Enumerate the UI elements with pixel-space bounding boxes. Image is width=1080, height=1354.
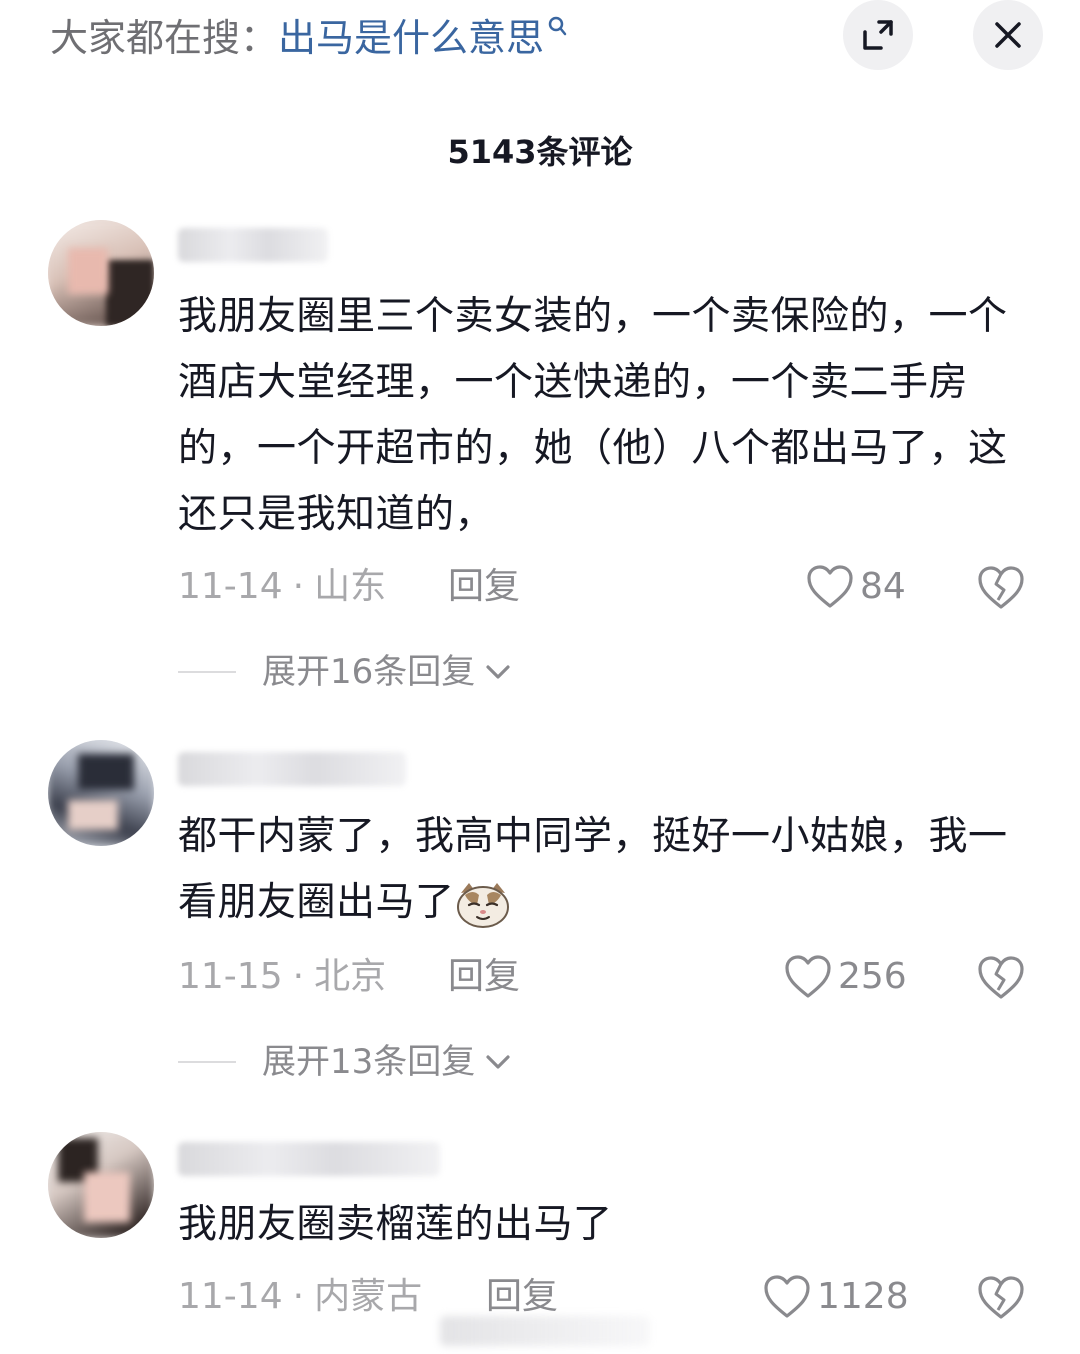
search-suggestion[interactable]: 大家都在搜：出马是什么意思 (50, 12, 568, 64)
comment-meta: 11-15 · 北京 (178, 956, 387, 997)
like-count: 1128 (817, 1276, 909, 1317)
broken-heart-icon[interactable] (976, 1272, 1026, 1322)
comment-date: 11-14 (178, 566, 283, 607)
username-blurred[interactable] (178, 1142, 440, 1176)
expand-button[interactable] (843, 0, 913, 70)
avatar[interactable] (48, 1132, 154, 1238)
like-button[interactable]: 1128 (763, 1272, 909, 1322)
expand-replies-label: 展开13条回复 (262, 1042, 476, 1082)
expand-replies-button[interactable]: 展开16条回复 (178, 648, 513, 696)
close-icon (995, 22, 1021, 48)
broken-heart-icon[interactable] (976, 562, 1026, 612)
divider (178, 1061, 236, 1063)
search-icon (548, 16, 567, 36)
chevron-down-icon (486, 665, 510, 679)
chevron-down-icon (486, 1055, 510, 1069)
close-button[interactable] (973, 0, 1043, 70)
comment-text: 我朋友圈卖榴莲的出马了 (178, 1202, 613, 1247)
broken-heart-icon[interactable] (976, 952, 1026, 1002)
avatar[interactable] (48, 740, 154, 846)
like-button[interactable]: 256 (784, 952, 907, 1002)
expand-icon (863, 20, 893, 50)
search-suggestion-prefix: 大家都在搜： (50, 16, 279, 60)
username-blurred[interactable] (178, 228, 328, 262)
comment-meta: 11-14 · 内蒙古 (178, 1276, 423, 1317)
comment-count-title: 5143条评论 (447, 133, 633, 171)
comment-date: 11-15 (178, 956, 283, 997)
comment-date: 11-14 (178, 1276, 283, 1317)
heart-outline-icon (807, 565, 853, 608)
expand-replies-button[interactable]: 展开13条回复 (178, 1038, 513, 1086)
reply-button[interactable]: 回复 (486, 1272, 558, 1322)
reply-button[interactable]: 回复 (448, 952, 520, 1002)
avatar[interactable] (48, 220, 154, 326)
like-count: 84 (860, 566, 906, 607)
like-button[interactable]: 84 (806, 562, 906, 612)
divider (178, 671, 236, 673)
comment-text-content: 都干内蒙了，我高中同学，挺好一小姑娘，我一看朋友圈出马了 (178, 814, 1008, 925)
comment-location: 山东 (314, 566, 387, 607)
comment-text: 我朋友圈里三个卖女装的，一个卖保险的，一个酒店大堂经理，一个送快递的，一个卖二手… (178, 294, 1008, 537)
heart-outline-icon (764, 1275, 810, 1318)
reply-button[interactable]: 回复 (448, 562, 520, 612)
comment-location: 内蒙古 (314, 1276, 423, 1317)
like-count: 256 (838, 956, 907, 997)
cat-smirk-emoji (456, 882, 509, 928)
search-suggestion-query[interactable]: 出马是什么意思 (278, 16, 544, 60)
comment-location: 北京 (314, 956, 387, 997)
heart-outline-icon (785, 955, 831, 998)
username-blurred[interactable] (178, 752, 406, 786)
expand-replies-label: 展开16条回复 (262, 652, 476, 692)
watermark (440, 1316, 650, 1346)
comment-text: 都干内蒙了，我高中同学，挺好一小姑娘，我一看朋友圈出马了 (178, 804, 1038, 936)
comment-meta: 11-14 · 山东 (178, 566, 387, 607)
